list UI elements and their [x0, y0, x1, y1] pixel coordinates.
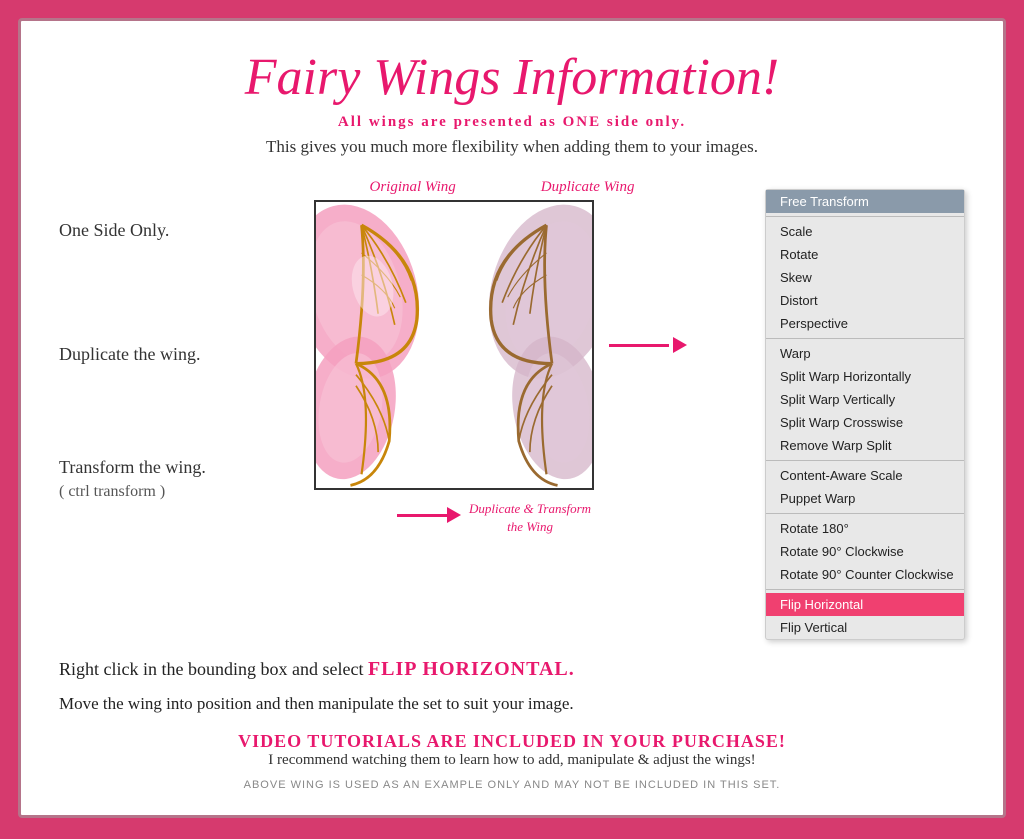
- menu-item[interactable]: Split Warp Horizontally: [766, 365, 964, 388]
- inner-card: Fairy Wings Information! All wings are p…: [18, 18, 1006, 818]
- page-title: Fairy Wings Information!: [59, 49, 965, 106]
- footer-note: ABOVE WING IS USED AS AN EXAMPLE ONLY AN…: [59, 779, 965, 791]
- menu-item[interactable]: Split Warp Crosswise: [766, 411, 964, 434]
- subtitle-suffix: side only.: [607, 114, 686, 130]
- menu-item[interactable]: Flip Horizontal: [766, 593, 964, 616]
- arrow-head: [673, 337, 687, 353]
- one-side-label: One Side Only.: [59, 219, 239, 242]
- transform-sub: ( ctrl transform ): [59, 483, 165, 500]
- duplicate-label: Duplicate the wing.: [59, 343, 239, 366]
- duplicate-wing-label: Duplicate Wing: [541, 179, 635, 196]
- menu-item[interactable]: Rotate 90° Clockwise: [766, 540, 964, 563]
- arrow-line: [609, 344, 669, 347]
- context-menu: Free Transform ScaleRotateSkewDistortPers…: [765, 189, 965, 640]
- menu-divider: [766, 460, 964, 461]
- menu-item[interactable]: Perspective: [766, 312, 964, 335]
- subtitle-prefix: All wings are presented as: [338, 114, 563, 130]
- menu-arrow: [609, 337, 687, 353]
- menu-item[interactable]: Rotate 90° Counter Clockwise: [766, 563, 964, 586]
- menu-divider: [766, 338, 964, 339]
- transform-main: Transform the wing.: [59, 457, 206, 477]
- flip-prefix: Right click in the bounding box and sele…: [59, 659, 368, 679]
- transform-arrow-line: [397, 514, 447, 517]
- menu-item[interactable]: Free Transform: [766, 190, 964, 213]
- menu-divider: [766, 216, 964, 217]
- subtitle: All wings are presented as ONE side only…: [59, 114, 965, 131]
- menu-item[interactable]: Skew: [766, 266, 964, 289]
- menu-item[interactable]: Scale: [766, 220, 964, 243]
- main-content: One Side Only. Duplicate the wing. Trans…: [59, 179, 965, 640]
- wings-bounding-box: [314, 200, 594, 490]
- center-visual: Original Wing Duplicate Wing: [239, 179, 755, 536]
- menu-item[interactable]: Puppet Warp: [766, 487, 964, 510]
- menu-item[interactable]: Remove Warp Split: [766, 434, 964, 457]
- menu-item[interactable]: Warp: [766, 342, 964, 365]
- transform-label-text: Transform the wing. ( ctrl transform ): [59, 456, 239, 503]
- menu-item[interactable]: Split Warp Vertically: [766, 388, 964, 411]
- transform-arrow-head: [447, 507, 461, 523]
- original-wing-svg: [314, 200, 456, 490]
- subtitle-bold: ONE: [563, 114, 602, 130]
- menu-divider: [766, 513, 964, 514]
- video-sub: I recommend watching them to learn how t…: [59, 752, 965, 769]
- wing-labels-row: Original Wing Duplicate Wing: [307, 179, 687, 196]
- move-instruction: Move the wing into position and then man…: [59, 691, 965, 717]
- video-banner: VIDEO TUTORIALS ARE INCLUDED IN YOUR PUR…: [59, 731, 965, 769]
- transform-caption: Duplicate & Transformthe Wing: [469, 500, 591, 536]
- bottom-sections: Right click in the bounding box and sele…: [59, 658, 965, 791]
- menu-item[interactable]: Rotate 180°: [766, 517, 964, 540]
- left-labels: One Side Only. Duplicate the wing. Trans…: [59, 179, 239, 503]
- menu-item[interactable]: Rotate: [766, 243, 964, 266]
- video-title: VIDEO TUTORIALS ARE INCLUDED IN YOUR PUR…: [59, 731, 965, 752]
- right-menu: Free Transform ScaleRotateSkewDistortPers…: [765, 189, 965, 640]
- menu-item[interactable]: Content-Aware Scale: [766, 464, 964, 487]
- duplicate-wing-svg: [452, 200, 594, 490]
- original-wing-label: Original Wing: [369, 179, 455, 196]
- menu-item[interactable]: Distort: [766, 289, 964, 312]
- flip-highlight: FLIP HORIZONTAL.: [368, 658, 575, 680]
- menu-divider: [766, 589, 964, 590]
- flip-instruction: Right click in the bounding box and sele…: [59, 658, 965, 681]
- outer-border: Fairy Wings Information! All wings are p…: [0, 0, 1024, 839]
- menu-item[interactable]: Flip Vertical: [766, 616, 964, 639]
- description: This gives you much more flexibility whe…: [59, 137, 965, 157]
